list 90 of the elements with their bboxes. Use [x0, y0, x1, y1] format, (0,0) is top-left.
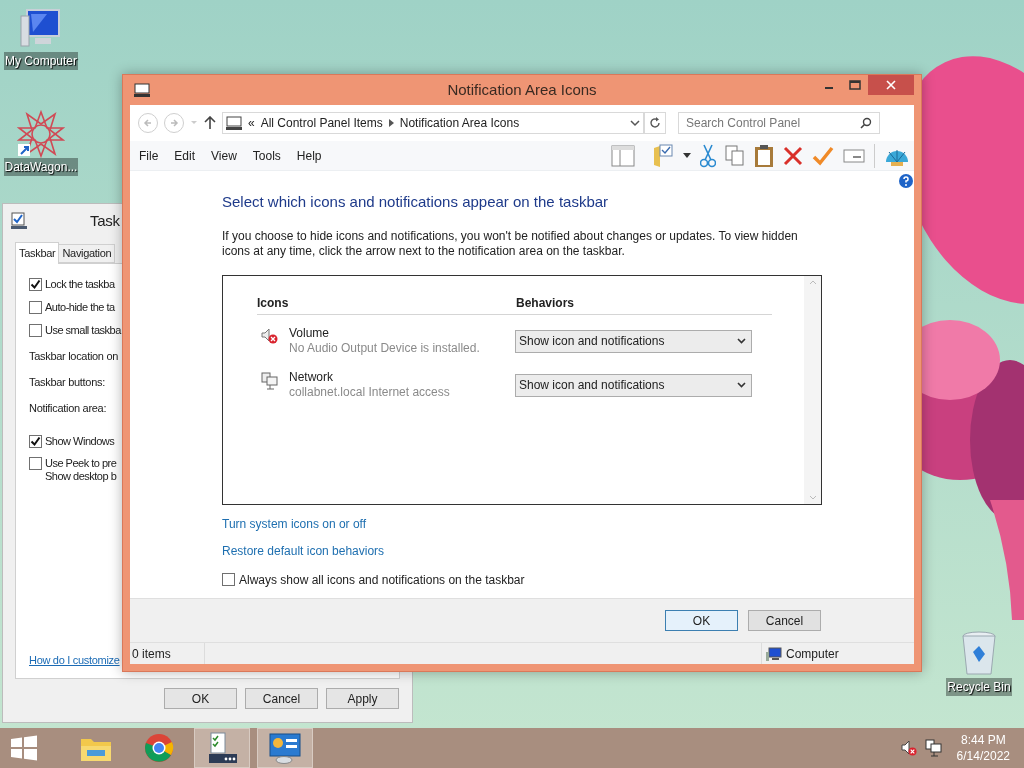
- column-header: Behaviors: [516, 294, 575, 312]
- option-label: Use small taskba: [45, 324, 121, 337]
- icon-name: Volume: [289, 325, 331, 341]
- taskbar-button[interactable]: [257, 728, 313, 768]
- chevron-down-icon[interactable]: [630, 119, 640, 127]
- network-icon[interactable]: [924, 739, 943, 757]
- dialog-button[interactable]: OK: [164, 688, 237, 709]
- maximize-icon: [849, 80, 861, 90]
- caret-icon[interactable]: [683, 152, 691, 159]
- behavior-dropdown[interactable]: Show icon and notifications: [515, 329, 752, 353]
- option-label: Show Windows: [45, 435, 115, 448]
- menu-item[interactable]: File: [139, 146, 159, 165]
- setting-label: Notification area:: [29, 402, 107, 415]
- clipboard-icon[interactable]: [754, 143, 774, 168]
- muted-speaker-icon: [261, 327, 279, 344]
- windows-logo-icon[interactable]: [10, 735, 38, 761]
- description: If you choose to hide icons and notifications, you won't be notified about changes or updates. To view hidden icons at any time, click the arrow next to the notification area on the taskbar.: [222, 228, 799, 259]
- control-panel-icon[interactable]: [268, 732, 302, 764]
- breadcrumb-item[interactable]: «: [248, 114, 255, 132]
- scissors-icon[interactable]: [700, 143, 716, 168]
- breadcrumb-item[interactable]: All Control Panel Items: [260, 114, 383, 132]
- chevron-right-icon: [388, 119, 394, 127]
- menu-item[interactable]: View: [211, 146, 237, 165]
- checkbox-label: Always show all icons and notifications on the taskbar: [239, 571, 525, 589]
- dialog-button[interactable]: OK: [665, 610, 738, 631]
- computer-icon: [226, 116, 242, 130]
- taskbar-button[interactable]: [194, 728, 250, 768]
- delete-icon[interactable]: [783, 145, 803, 166]
- dialog-button[interactable]: Cancel: [748, 610, 821, 631]
- checkbox[interactable]: [29, 301, 42, 314]
- option-label: Lock the taskba: [45, 278, 115, 291]
- chrome-icon[interactable]: [144, 733, 174, 763]
- checkbox[interactable]: [29, 278, 42, 291]
- address-field[interactable]: « All Control Panel Items Notification Area Icons: [222, 112, 644, 134]
- setting-label: Taskbar location on: [29, 350, 119, 363]
- tab[interactable]: Navigation: [59, 244, 116, 263]
- option-label: Auto-hide the ta: [45, 301, 115, 314]
- computer-icon: [766, 646, 782, 661]
- behavior-dropdown[interactable]: Show icon and notifications: [515, 373, 752, 397]
- desktop-icon-label[interactable]: My Computer: [4, 52, 78, 70]
- help-icon[interactable]: [899, 174, 913, 188]
- link[interactable]: Restore default icon behaviors: [222, 543, 385, 559]
- location-label: Computer: [786, 645, 839, 663]
- forward-arrow-icon: [169, 118, 179, 128]
- checkbox[interactable]: [29, 435, 42, 448]
- recycle-bin-icon[interactable]: [959, 630, 999, 678]
- checkbox[interactable]: [222, 573, 235, 586]
- dialog-button[interactable]: Cancel: [245, 688, 318, 709]
- search-icon: [860, 117, 872, 129]
- icon-status: No Audio Output Device is installed.: [289, 340, 481, 356]
- icon-status: collabnet.local Internet access: [289, 384, 451, 400]
- menu-item[interactable]: Tools: [252, 146, 281, 165]
- minimize-icon: [825, 87, 833, 89]
- back-arrow-icon: [143, 118, 153, 128]
- menu-item[interactable]: Help: [296, 146, 322, 165]
- breadcrumb-item[interactable]: Notification Area Icons: [399, 114, 520, 132]
- window-title: Notification Area Icons: [447, 79, 597, 100]
- network-icon: [261, 371, 279, 390]
- link[interactable]: Turn system icons on or off: [222, 516, 367, 532]
- muted-speaker-icon[interactable]: [900, 740, 917, 756]
- checkbox[interactable]: [29, 457, 42, 470]
- option-label: Use Peek to pre Show desktop b: [45, 457, 117, 483]
- close-icon: [886, 80, 896, 90]
- chevron-down-icon: [737, 382, 746, 388]
- page-heading: Select which icons and notifications appear on the taskbar: [222, 192, 610, 212]
- computer-icon: [134, 83, 150, 97]
- taskbar-settings-icon: [10, 212, 28, 230]
- folder-check-icon[interactable]: [652, 143, 674, 168]
- search-field[interactable]: Search Control Panel: [678, 112, 880, 134]
- card-icon[interactable]: [843, 147, 865, 164]
- item-count: 0 items: [131, 645, 172, 663]
- checklist-icon[interactable]: [207, 732, 237, 764]
- checkmark-icon[interactable]: [812, 145, 834, 166]
- refresh-button[interactable]: [644, 112, 666, 134]
- dialog-button[interactable]: Apply: [326, 688, 399, 709]
- setting-label: Taskbar buttons:: [29, 376, 105, 389]
- help-link[interactable]: How do I customize: [29, 651, 120, 668]
- star-logo-icon[interactable]: [17, 110, 65, 158]
- copy-icon[interactable]: [725, 144, 745, 167]
- close-button[interactable]: [868, 75, 914, 95]
- column-header: Icons: [257, 294, 290, 312]
- chevron-down-icon: [737, 338, 746, 344]
- icon-name: Network: [289, 369, 334, 385]
- dialog-title: Task: [90, 210, 120, 231]
- desktop-icon-label[interactable]: DataWagon...: [3, 158, 79, 176]
- up-arrow-icon[interactable]: [204, 116, 216, 130]
- tab[interactable]: Taskbar: [15, 242, 60, 264]
- menu-item[interactable]: Edit: [174, 146, 196, 165]
- checkbox[interactable]: [29, 324, 42, 337]
- refresh-icon: [649, 117, 661, 129]
